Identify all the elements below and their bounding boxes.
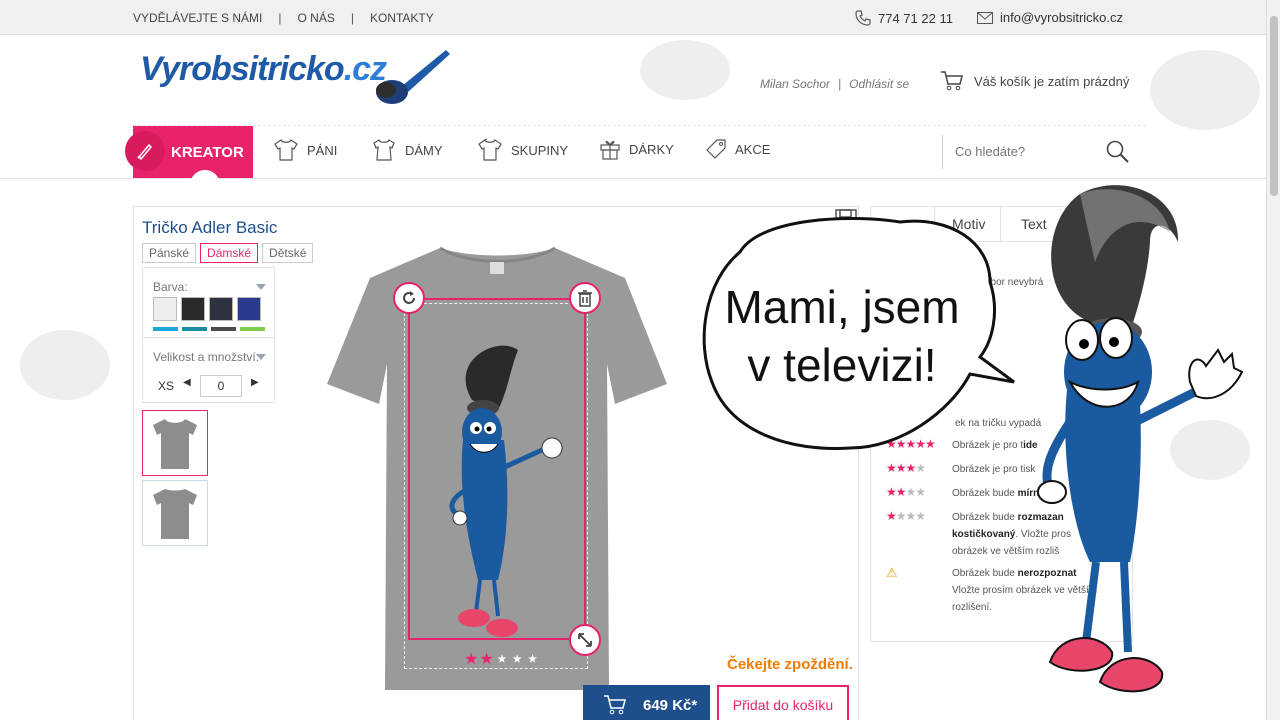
background-splash — [1150, 50, 1260, 130]
search-icon[interactable] — [1105, 139, 1131, 165]
tag-icon — [706, 139, 726, 159]
thumbnail-back[interactable] — [142, 480, 208, 546]
nav-bottom-border — [0, 178, 1266, 179]
nav-kreator[interactable]: KREATOR — [125, 126, 253, 186]
phone-icon — [855, 10, 871, 26]
tab-women[interactable]: Dámské — [200, 243, 259, 263]
nav-kreator-label: KREATOR — [171, 143, 244, 161]
wait-message: Čekejte zpoždění. — [727, 656, 853, 673]
email-address: info@vyrobsitricko.cz — [1000, 10, 1124, 25]
arrow-left-icon[interactable]: ◀ — [183, 377, 191, 388]
search-box — [942, 135, 1132, 169]
speech-text: Mami, jsem v televizi! — [712, 278, 972, 394]
email-contact[interactable]: info@vyrobsitricko.cz — [977, 10, 1123, 25]
top-bar: VYDĚLÁVEJTE S NÁMI | O NÁS | KONTAKTY 77… — [0, 0, 1266, 35]
page-scrollbar[interactable] — [1266, 0, 1280, 720]
tab-men[interactable]: Pánské — [142, 243, 197, 263]
nav-item-label: AKCE — [735, 141, 771, 157]
more-swatches — [153, 327, 265, 331]
tshirt-back-thumb — [153, 489, 197, 539]
nav-item-sale[interactable]: AKCE — [705, 138, 770, 160]
site-logo[interactable]: Vyrobsitricko.cz — [140, 50, 387, 89]
user-area: Milan Sochor | Odhlásit se — [760, 77, 910, 91]
mascot-character — [1037, 185, 1244, 693]
size-value: XS — [158, 379, 175, 393]
background-splash — [20, 330, 110, 400]
mail-icon — [977, 11, 993, 24]
thumbnail-front[interactable] — [142, 410, 208, 476]
background-splash — [640, 40, 730, 100]
header-divider — [133, 125, 1146, 126]
stars-2: ★★★★ — [886, 509, 926, 523]
price-label: 649 Kč* — [643, 696, 698, 714]
logo-main-text: Vyrobsitricko — [140, 50, 345, 88]
brush-icon — [125, 131, 165, 171]
image-quality-stars: ★★★★★ — [464, 651, 541, 669]
tab-kids[interactable]: Dětské — [262, 243, 314, 263]
phone-number: 774 71 22 11 — [878, 10, 953, 26]
nav-item-women[interactable]: DÁMY — [371, 138, 443, 162]
brush-character-image[interactable] — [438, 340, 578, 640]
top-links: VYDĚLÁVEJTE S NÁMI | O NÁS | KONTAKTY — [133, 11, 434, 25]
top-link-earn[interactable]: VYDĚLÁVEJTE S NÁMI — [133, 11, 262, 25]
cart-icon — [604, 695, 626, 715]
cart-icon — [941, 71, 963, 91]
color-swatch[interactable] — [237, 297, 261, 321]
chevron-down-icon[interactable] — [256, 284, 266, 290]
nav-item-label: DÁRKY — [629, 141, 674, 157]
cart-status: Váš košík je zatím prázdný — [974, 73, 1130, 89]
quantity-input[interactable]: 0 — [200, 375, 242, 397]
resize-button[interactable] — [569, 624, 601, 656]
warning-icon: ⚠ — [886, 565, 898, 580]
header-cart[interactable]: Váš košík je zatím prázdný — [940, 70, 1129, 92]
speech-line-2: v televizi! — [747, 339, 937, 391]
nav-item-label: PÁNI — [307, 142, 338, 158]
scrollbar-thumb[interactable] — [1270, 16, 1278, 196]
trash-icon — [578, 290, 592, 307]
nav-item-label: SKUPINY — [511, 142, 569, 158]
resize-icon — [578, 633, 592, 647]
rotate-button[interactable] — [393, 282, 425, 314]
options-box: Barva: Velikost a množství: XS ◀ 0 ▶ — [142, 267, 275, 403]
nav-item-label: DÁMY — [405, 142, 443, 158]
nav-item-groups[interactable]: SKUPINY — [477, 138, 568, 162]
nav-item-gifts[interactable]: DÁRKY — [599, 138, 674, 160]
phone-contact[interactable]: 774 71 22 11 — [855, 10, 953, 26]
blouse-icon — [373, 139, 395, 161]
product-title: Tričko Adler Basic — [142, 218, 278, 237]
price-button[interactable]: 649 Kč* — [583, 685, 710, 720]
user-name[interactable]: Milan Sochor — [760, 77, 830, 91]
group-tshirt-icon — [478, 138, 502, 161]
top-link-contacts[interactable]: KONTAKTY — [370, 11, 434, 25]
color-swatch[interactable] — [209, 297, 233, 321]
rotate-icon — [403, 291, 415, 304]
stars-3: ★★★★ — [886, 485, 926, 499]
stars-4: ★★★★ — [886, 461, 926, 475]
arrow-right-icon[interactable]: ▶ — [251, 377, 259, 388]
category-tabs: Pánské Dámské Dětské — [142, 243, 314, 263]
search-input[interactable] — [955, 144, 1085, 159]
gift-icon — [600, 140, 620, 160]
top-link-about[interactable]: O NÁS — [298, 11, 335, 25]
size-label: Velikost a množství: — [153, 350, 260, 364]
speech-line-1: Mami, jsem — [724, 281, 960, 333]
tshirt-front-thumb — [153, 419, 197, 469]
tshirt-icon — [274, 139, 298, 161]
color-swatch[interactable] — [181, 297, 205, 321]
logout-link[interactable]: Odhlásit se — [849, 77, 909, 91]
delete-button[interactable] — [569, 282, 601, 314]
color-swatch[interactable] — [153, 297, 177, 321]
chevron-down-icon[interactable] — [256, 354, 266, 360]
nav-item-men[interactable]: PÁNI — [273, 138, 337, 162]
add-to-cart-button[interactable]: Přidat do košíku — [717, 685, 849, 720]
color-label: Barva: — [153, 280, 188, 294]
brush-logo-icon — [376, 50, 450, 104]
